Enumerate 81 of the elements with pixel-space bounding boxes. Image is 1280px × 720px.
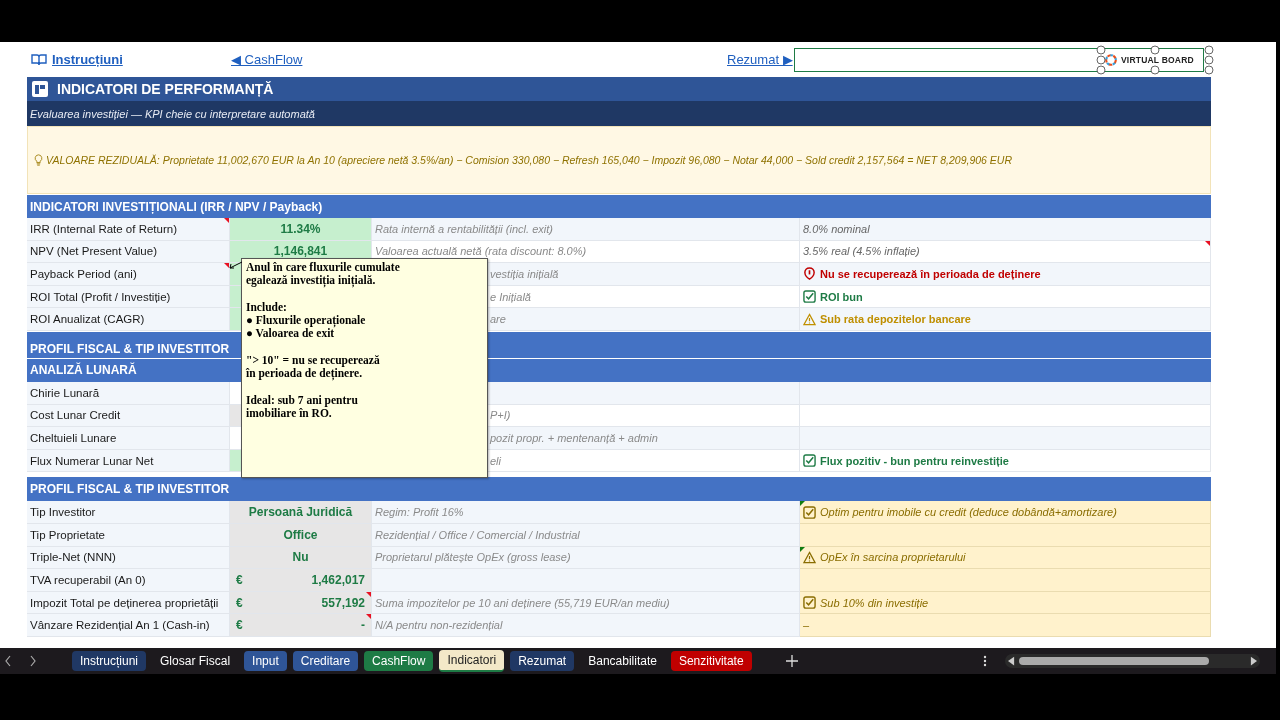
description-cell: Suma impozitelor pe 10 ani deținere (55,719 EUR/an mediu) — [372, 591, 800, 615]
sheet-tab[interactable]: Input — [244, 651, 287, 671]
checkbox-icon — [803, 290, 816, 304]
description-cell: Proprietarul plătește OpEx (gross lease) — [372, 546, 800, 570]
status-text: 8.0% nominal — [803, 222, 870, 235]
row-label: TVA recuperabil (An 0) — [27, 569, 230, 592]
value-cell: € - — [230, 614, 372, 637]
description-cell: Rata internă a rentabilității (incl. exit) — [372, 218, 800, 241]
lightbulb-icon — [34, 154, 43, 166]
description-cell: Regim: Profit 16% — [372, 501, 800, 524]
row-label: IRR (Internal Rate of Return) — [27, 218, 230, 241]
sheet-tab[interactable]: Bancabilitate — [580, 651, 665, 671]
row-label: ROI Total (Profit / Investiție) — [27, 285, 230, 309]
horizontal-scrollbar[interactable] — [1004, 654, 1260, 668]
value-cell: Office — [230, 523, 372, 547]
sheet-tab[interactable]: Creditare — [292, 651, 359, 671]
ring-icon — [1104, 53, 1118, 67]
sheet-tab[interactable]: Rezumat — [510, 651, 575, 671]
row-label: Chirie Lunară — [27, 381, 230, 405]
row-label: Cheltuieli Lunare — [27, 427, 230, 450]
value-cell: Persoană Juridică — [230, 501, 372, 524]
sheet-title: INDICATORI DE PERFORMANȚĂ — [57, 81, 274, 97]
sheet-tab[interactable]: Glosar Fiscal — [152, 651, 239, 671]
row-label: Tip Investitor — [27, 501, 230, 524]
row-label: Impozit Total pe deținerea proprietății — [27, 591, 230, 615]
sheet-tab[interactable]: CashFlow — [364, 651, 434, 671]
status-text: Flux pozitiv - bun pentru reinvestiție — [820, 454, 1009, 467]
status-text: – — [803, 619, 810, 632]
value-cell: € 557,192 — [230, 591, 372, 615]
section-title: PROFIL FISCAL & TIP INVESTITOR — [30, 482, 230, 497]
book-icon — [31, 53, 47, 66]
chart-icon — [31, 80, 49, 98]
sheet-subtitle: Evaluarea investiției — KPI cheie cu interpretare automată — [30, 107, 315, 120]
sheet-tab[interactable]: Indicatori — [439, 650, 505, 672]
more-icon[interactable] — [982, 655, 987, 667]
status-text: ROI bun — [820, 290, 863, 303]
status-text: 3.5% real (4.5% inflație) — [803, 245, 920, 258]
logo-text: VIRTUAL BOARD — [1121, 55, 1194, 65]
row-label: Flux Numerar Lunar Net — [27, 449, 230, 473]
sheet-link[interactable]: ◀ CashFlow — [231, 52, 727, 67]
scroll-left-icon[interactable] — [1007, 656, 1015, 666]
chevron-right-icon[interactable] — [29, 655, 37, 667]
row-label: Vânzare Rezidențial An 1 (Cash-in) — [27, 614, 230, 637]
row-label: NPV (Net Present Value) — [27, 240, 230, 264]
warning-icon — [803, 550, 816, 564]
status-text: Sub 10% din investiție — [820, 596, 929, 609]
row-label: Cost Lunar Credit — [27, 404, 230, 428]
section-title: ANALIZĂ LUNARĂ — [30, 363, 137, 378]
status-text: OpEx în sarcina proprietarului — [820, 551, 966, 564]
status-text: Sub rata depozitelor bancare — [820, 313, 971, 326]
sheet-tab[interactable]: Senzitivitate — [670, 651, 752, 671]
description-cell: Rezidențial / Office / Comercial / Industrial — [372, 523, 800, 547]
row-label: Payback Period (ani) — [27, 263, 230, 286]
row-label: Triple-Net (NNN) — [27, 546, 230, 570]
value-cell: 11.34% — [230, 218, 372, 241]
comment-text: Ideal: sub 7 ani pentru imobiliare în RO. — [246, 393, 359, 421]
checkbox-icon — [803, 505, 816, 519]
status-text: Optim pentru imobile cu credit (deduce dobândă+amortizare) — [820, 506, 1117, 519]
checkbox-icon — [803, 596, 816, 609]
sheet-tab[interactable]: Instrucțiuni — [72, 651, 147, 671]
residual-value-text: VALOARE REZIDUALĂ: Proprietate 11,002,670 EUR la An 10 (apreciere netă 3.5%/an) − Comision 330,080 − Refresh 165,040 − Impozit 96,080 − Notar 44,000 − Sold credit 2,157,564 = NET 8,209,906 EUR — [46, 154, 1012, 166]
comment-text: Include: ● Fluxurile operaționale ● Valoarea de exit — [246, 300, 367, 341]
comment-text: "> 10" = nu se recuperează în perioada de deținere. — [246, 354, 381, 381]
alert-icon — [803, 267, 816, 281]
warning-icon — [803, 312, 816, 326]
selection-handles-drawing[interactable] — [1096, 45, 1214, 75]
value-cell: € 1,462,017 — [230, 569, 372, 592]
section-title: PROFIL FISCAL & TIP INVESTITOR — [30, 341, 230, 356]
chevron-left-icon[interactable] — [4, 655, 12, 667]
value-cell: Nu — [230, 546, 372, 570]
scroll-right-icon[interactable] — [1249, 656, 1257, 666]
section-title: INDICATORI INVESTIȚIONALI (IRR / NPV / Payback) — [30, 199, 323, 214]
status-text: Nu se recuperează în perioada de deținere — [820, 268, 1041, 280]
add-sheet-icon[interactable] — [785, 655, 798, 667]
sheet-link[interactable]: Instrucțiuni — [31, 52, 231, 67]
sheet-link[interactable]: Rezumat ▶ — [727, 52, 794, 67]
row-label: ROI Anualizat (CAGR) — [27, 308, 230, 331]
description-cell: N/A pentru non-rezidențial — [372, 614, 800, 637]
checkbox-icon — [803, 454, 816, 468]
row-label: Tip Proprietate — [27, 523, 230, 547]
comment-pointer — [229, 261, 243, 269]
